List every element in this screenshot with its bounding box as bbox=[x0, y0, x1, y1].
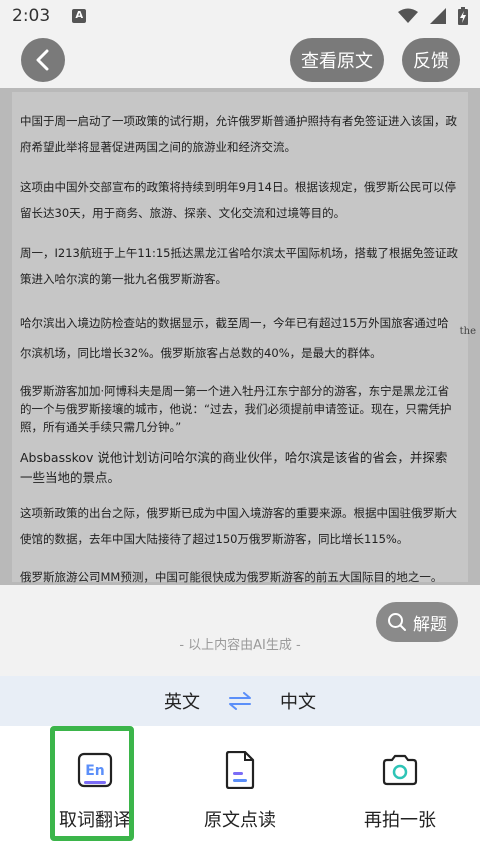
wifi-icon bbox=[398, 8, 418, 23]
read-original-label: 原文点读 bbox=[204, 810, 276, 831]
highlight-box bbox=[50, 726, 134, 841]
retake-icon-wrap bbox=[381, 750, 419, 790]
ai-generated-note: - 以上内容由AI生成 - bbox=[179, 638, 301, 653]
solve-button-label: 解题 bbox=[413, 614, 447, 635]
document-area: 中国于周一启动了一项政策的试行期，允许俄罗斯普通护照持有者免签证进入该国，政府希… bbox=[0, 88, 480, 585]
status-bar: 2:03 A bbox=[0, 0, 480, 32]
status-icons bbox=[398, 7, 468, 25]
doc-paragraph: 俄罗斯游客加加·阿博科夫是周一第一个进入牡丹江东宁部分的游客，东宁是黑龙江省的一… bbox=[20, 384, 452, 434]
search-icon bbox=[388, 613, 406, 631]
retake-tool[interactable]: 再拍一张 bbox=[330, 726, 470, 853]
feedback-button[interactable]: 反馈 bbox=[402, 38, 460, 82]
doc-paragraph: 这项新政策的出台之际，俄罗斯已成为中国入境游客的重要来源。根据中国驻俄罗斯大使馆… bbox=[20, 506, 457, 546]
doc-paragraph: 这项由中国外交部宣布的政策将持续到明年9月14日。根据该规定，俄罗斯公民可以停留… bbox=[20, 180, 456, 220]
read-original-icon-wrap bbox=[224, 750, 256, 790]
doc-paragraph: 哈尔滨出入境边防检查站的数据显示，截至周一，今年已有超过15万外国旅客通过哈尔滨… bbox=[20, 316, 449, 360]
notification-icon: A bbox=[72, 9, 87, 23]
doc-paragraph: Absbasskov 说他计划访问哈尔滨的商业伙伴，哈尔滨是该省的省会，并探索一… bbox=[20, 450, 448, 485]
document-page: 中国于周一启动了一项政策的试行期，允许俄罗斯普通护照持有者免签证进入该国，政府希… bbox=[12, 92, 468, 584]
swap-icon bbox=[229, 692, 251, 710]
document-icon bbox=[225, 751, 255, 789]
language-bar: 英文 中文 bbox=[0, 676, 480, 726]
view-original-button[interactable]: 查看原文 bbox=[290, 38, 384, 82]
source-language[interactable]: 英文 bbox=[152, 688, 212, 714]
doc-paragraph: 中国于周一启动了一项政策的试行期，允许俄罗斯普通护照持有者免签证进入该国，政府希… bbox=[20, 114, 457, 154]
doc-paragraph: 俄罗斯旅游公司MM预测，中国可能很快成为俄罗斯游客的前五大国际目的地之一。 bbox=[20, 570, 443, 584]
battery-icon bbox=[458, 7, 468, 25]
doc-paragraph: 周一，I213航班于上午11:15抵达黑龙江省哈尔滨太平国际机场，搭载了根据免签… bbox=[20, 246, 458, 286]
target-language[interactable]: 中文 bbox=[268, 688, 328, 714]
back-button[interactable] bbox=[21, 38, 65, 82]
side-mark: the bbox=[459, 326, 476, 337]
top-bar: 查看原文 反馈 bbox=[0, 32, 480, 88]
chevron-left-icon bbox=[36, 49, 49, 71]
signal-icon bbox=[430, 8, 446, 24]
read-original-tool[interactable]: 原文点读 bbox=[170, 726, 310, 853]
status-time: 2:03 bbox=[12, 6, 51, 26]
retake-label: 再拍一张 bbox=[364, 810, 436, 831]
camera-icon bbox=[382, 754, 418, 786]
swap-language-button[interactable] bbox=[212, 692, 268, 710]
